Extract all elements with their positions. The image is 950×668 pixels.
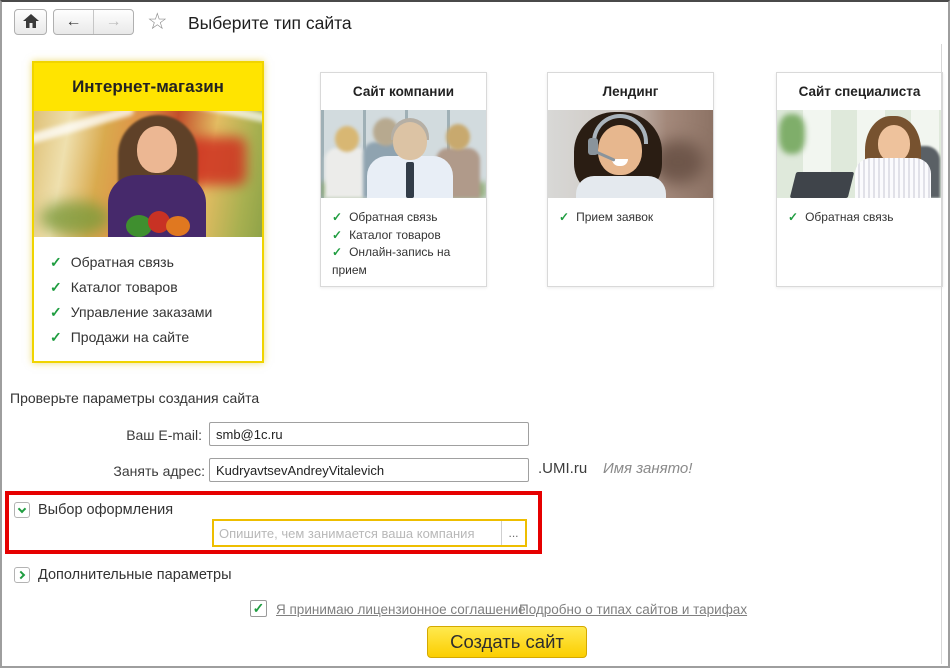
check-icon: ✓ <box>50 254 62 270</box>
toolbar: ← → ☆ Выберите тип сайта <box>2 2 948 44</box>
check-icon: ✓ <box>332 227 343 242</box>
feature-item: ✓ Обратная связь <box>788 210 894 224</box>
ellipsis-button[interactable]: ... <box>501 521 525 545</box>
feature-item: ✓ Прием заявок <box>559 210 654 224</box>
home-icon <box>22 13 39 31</box>
form-section-title: Проверьте параметры создания сайта <box>10 390 260 406</box>
feature-item: ✓ Управление заказами <box>50 304 213 320</box>
email-field[interactable] <box>209 422 529 446</box>
feature-item: ✓ Продажи на сайте <box>50 329 190 345</box>
check-icon: ✓ <box>332 210 343 224</box>
card-photo <box>777 110 942 198</box>
feature-item: ✓ Каталог товаров <box>332 227 441 242</box>
feature-list: ✓ Обратная связь ✓ Каталог товаров ✓ Управл… <box>34 237 262 350</box>
card-title: Лендинг <box>548 73 713 110</box>
nav-button-group: ← → <box>53 9 134 35</box>
check-icon: ✓ <box>50 304 62 320</box>
forward-icon: → <box>105 13 122 30</box>
design-input-wrap: ... <box>212 519 527 547</box>
check-icon: ✓ <box>788 210 799 224</box>
license-checkbox[interactable]: ✓ <box>250 600 267 617</box>
domain-suffix: .UMI.ru <box>538 460 588 477</box>
check-icon: ✓ <box>50 329 62 345</box>
address-field[interactable] <box>209 458 529 482</box>
card-title: Сайт специалиста <box>777 73 942 110</box>
feature-item: ✓ Каталог товаров <box>50 279 178 295</box>
star-icon[interactable]: ☆ <box>147 8 168 35</box>
create-site-button[interactable]: Создать сайт <box>427 626 587 658</box>
card-specialist-site[interactable]: Сайт специалиста ✓ Обратная связь <box>776 72 943 287</box>
company-description-input[interactable] <box>214 521 501 545</box>
back-button[interactable]: ← <box>54 10 94 34</box>
card-photo <box>548 110 713 198</box>
card-internet-shop[interactable]: Интернет-магазин ✓ Обратная связь ✓ Катало… <box>32 61 264 363</box>
address-label: Занять адрес: <box>113 463 205 479</box>
check-icon: ✓ <box>332 245 343 259</box>
panel-divider <box>941 44 942 664</box>
license-agreement-link[interactable]: Я принимаю лицензионное соглашение <box>276 602 526 617</box>
design-section-label[interactable]: Выбор оформления <box>38 502 173 518</box>
check-icon: ✓ <box>50 279 62 295</box>
more-params-expander[interactable] <box>14 567 30 583</box>
email-label: Ваш E-mail: <box>126 427 202 443</box>
card-landing[interactable]: Лендинг ✓ Прием заявок <box>547 72 714 287</box>
feature-item: ✓ Обратная связь <box>50 254 174 270</box>
feature-list: ✓ Обратная связь ✓ Каталог товаров ✓ Онлайн… <box>321 198 486 279</box>
card-company-site[interactable]: Сайт компании ✓ Обратная связь ✓ Каталог т… <box>320 72 487 287</box>
name-taken-message: Имя занято! <box>603 460 693 477</box>
more-params-label[interactable]: Дополнительные параметры <box>38 567 232 583</box>
check-icon: ✓ <box>559 210 570 224</box>
home-button[interactable] <box>14 9 47 35</box>
page-title: Выберите тип сайта <box>188 13 352 33</box>
card-title: Интернет-магазин <box>34 63 262 111</box>
check-icon: ✓ <box>252 600 265 616</box>
card-photo <box>321 110 486 198</box>
chevron-down-icon <box>17 504 27 513</box>
feature-item: ✓ Онлайн-запись на прием <box>332 245 451 277</box>
back-icon: ← <box>65 13 82 30</box>
forward-button[interactable]: → <box>94 10 133 34</box>
card-photo <box>34 111 262 237</box>
feature-list: ✓ Прием заявок <box>548 198 713 227</box>
design-section-expander[interactable] <box>14 502 30 518</box>
card-title: Сайт компании <box>321 73 486 110</box>
chevron-right-icon <box>16 570 25 580</box>
app-window: ← → ☆ Выберите тип сайта Интернет-магази… <box>0 0 950 668</box>
feature-list: ✓ Обратная связь <box>777 198 942 227</box>
feature-item: ✓ Обратная связь <box>332 210 438 224</box>
tariffs-info-link[interactable]: Подробно о типах сайтов и тарифах <box>519 602 747 617</box>
